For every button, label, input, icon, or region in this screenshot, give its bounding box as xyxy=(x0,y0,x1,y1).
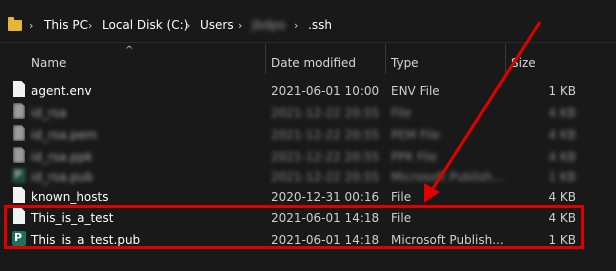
annotation-arrow-icon xyxy=(424,21,542,203)
